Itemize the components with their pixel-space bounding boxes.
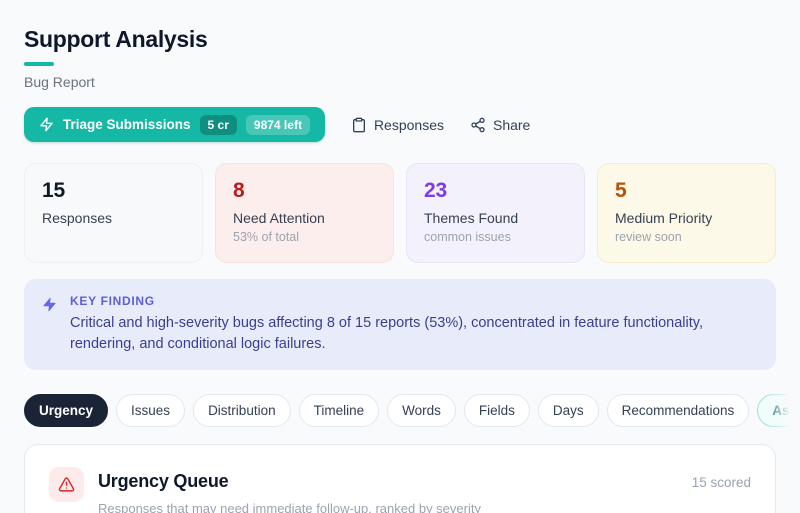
bolt-icon: [42, 296, 57, 354]
tab-days[interactable]: Days: [537, 394, 599, 428]
support-analysis-page: Support Analysis Bug Report Triage Submi…: [0, 0, 800, 513]
credits-badge: 5 cr: [199, 114, 237, 135]
remaining-badge: 9874 left: [245, 114, 310, 135]
queue-subtitle: Responses that may need immediate follow…: [98, 501, 481, 513]
stat-card-need-attention: 8 Need Attention 53% of total: [215, 163, 394, 263]
share-icon: [470, 117, 486, 133]
action-toolbar: Triage Submissions 5 cr 9874 left Respon…: [24, 107, 776, 142]
key-finding-label: KEY FINDING: [70, 294, 155, 308]
triage-button-label: Triage Submissions: [63, 117, 191, 132]
tab-fields[interactable]: Fields: [463, 394, 530, 428]
tab-words[interactable]: Words: [387, 394, 456, 428]
urgency-queue-card: Urgency Queue Responses that may need im…: [24, 444, 776, 513]
tab-ask-ai[interactable]: Ask AI✦: [757, 394, 800, 428]
tab-urgency[interactable]: Urgency: [24, 394, 109, 428]
stat-card-responses: 15 Responses: [24, 163, 203, 263]
stat-value: 15: [42, 179, 65, 202]
tabs-bar: Urgency Issues Distribution Timeline Wor…: [24, 392, 800, 433]
key-finding-text: Critical and high-severity bugs affectin…: [70, 315, 703, 352]
stat-subtext: review soon: [615, 230, 682, 244]
stat-label: Themes Found: [424, 210, 519, 226]
zap-icon: [39, 117, 54, 132]
tab-recommendations[interactable]: Recommendations: [606, 394, 750, 428]
stat-card-themes-found: 23 Themes Found common issues: [406, 163, 585, 263]
stat-subtext: 53% of total: [233, 230, 300, 244]
stats-row: 15 Responses 8 Need Attention 53% of tot…: [24, 163, 776, 263]
stat-card-medium-priority: 5 Medium Priority review soon: [597, 163, 776, 263]
clipboard-icon: [351, 117, 367, 133]
stat-label: Medium Priority: [615, 210, 713, 226]
page-title: Support Analysis: [24, 26, 208, 52]
stat-label: Need Attention: [233, 210, 325, 226]
page-subtitle: Bug Report: [24, 74, 95, 90]
page-header: Support Analysis Bug Report: [24, 26, 776, 90]
tab-timeline[interactable]: Timeline: [298, 394, 380, 428]
queue-title: Urgency Queue: [98, 471, 229, 492]
tab-issues[interactable]: Issues: [116, 394, 186, 428]
tab-distribution[interactable]: Distribution: [193, 394, 291, 428]
stat-value: 23: [424, 179, 447, 202]
ask-ai-label: Ask AI: [772, 403, 800, 419]
share-button-label: Share: [492, 116, 531, 133]
stat-label: Responses: [42, 210, 113, 226]
stat-value: 5: [615, 179, 627, 202]
alert-icon-container: [49, 467, 84, 503]
stat-value: 8: [233, 179, 245, 202]
responses-button[interactable]: Responses: [351, 117, 444, 133]
responses-button-label: Responses: [373, 116, 444, 133]
alert-triangle-icon: [58, 476, 75, 493]
title-accent-bar: [24, 62, 54, 66]
triage-submissions-button[interactable]: Triage Submissions 5 cr 9874 left: [24, 107, 325, 142]
queue-scored-count: 15 scored: [691, 475, 751, 491]
key-finding-content: KEY FINDING Critical and high-severity b…: [70, 294, 758, 354]
share-button[interactable]: Share: [470, 117, 530, 133]
key-finding-banner: KEY FINDING Critical and high-severity b…: [24, 279, 776, 371]
stat-subtext: common issues: [424, 230, 511, 244]
